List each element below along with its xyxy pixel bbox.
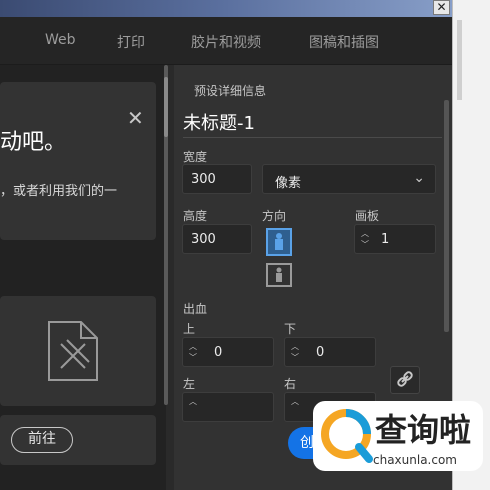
title-underline bbox=[183, 137, 442, 138]
bleed-bottom-input[interactable]: ︿ ﹀ 0 bbox=[284, 337, 376, 367]
welcome-text: ，或者利用我们的一 bbox=[0, 184, 118, 199]
bleed-top-input[interactable]: ︿ ﹀ 0 bbox=[182, 337, 274, 367]
link-bleed-button[interactable] bbox=[390, 366, 420, 394]
template-file-icon bbox=[48, 321, 98, 381]
width-input[interactable]: 300 bbox=[182, 164, 252, 194]
bleed-bottom-label: 下 bbox=[284, 322, 297, 336]
height-input[interactable]: 300 bbox=[182, 224, 252, 254]
stepper-icon[interactable]: ︿ ﹀ bbox=[360, 228, 370, 250]
bleed-left-label: 左 bbox=[183, 377, 196, 391]
watermark-text: 查询啦 bbox=[375, 411, 472, 449]
tab-web[interactable]: Web bbox=[45, 32, 76, 48]
height-value: 300 bbox=[191, 232, 216, 247]
stepper-icon[interactable]: ︿ bbox=[290, 396, 300, 407]
bleed-left-input[interactable]: ︿ bbox=[182, 392, 274, 422]
landscape-orientation-icon[interactable] bbox=[266, 263, 292, 287]
document-title[interactable]: 未标题-1 bbox=[183, 109, 255, 135]
bleed-label: 出血 bbox=[183, 302, 208, 316]
stepper-icon[interactable]: ︿ bbox=[188, 396, 198, 407]
bleed-top-value: 0 bbox=[214, 345, 223, 360]
unit-select[interactable]: 像素 ⌄ bbox=[262, 164, 436, 194]
height-label: 高度 bbox=[183, 209, 208, 223]
panel-scrollbar[interactable] bbox=[444, 100, 449, 332]
tab-print[interactable]: 打印 bbox=[117, 32, 145, 52]
bleed-bottom-value: 0 bbox=[316, 345, 325, 360]
go-button[interactable]: 前往 bbox=[11, 427, 73, 453]
tab-film-video[interactable]: 胶片和视频 bbox=[191, 32, 261, 52]
background-scrollbar bbox=[457, 20, 462, 100]
welcome-heading: 动吧。 bbox=[0, 130, 67, 155]
close-icon[interactable]: ✕ bbox=[127, 108, 144, 128]
content-scrollbar-thumb[interactable] bbox=[164, 77, 168, 137]
orientation-label: 方向 bbox=[262, 209, 287, 223]
stepper-icon[interactable]: ︿ ﹀ bbox=[188, 341, 198, 363]
unit-value: 像素 bbox=[275, 176, 302, 191]
link-icon bbox=[397, 371, 413, 387]
panel-header: 预设详细信息 bbox=[194, 84, 267, 98]
magnifier-logo-icon bbox=[321, 409, 373, 463]
width-value: 300 bbox=[191, 172, 216, 187]
screen: ✕ Web 打印 胶片和视频 图稿和插图 动吧。 ，或者利用我们的一 ✕ 前往 bbox=[0, 0, 490, 490]
welcome-card: 动吧。 ，或者利用我们的一 ✕ bbox=[0, 82, 156, 240]
portrait-orientation-icon[interactable] bbox=[266, 228, 292, 256]
watermark-domain: chaxunla.com bbox=[373, 453, 457, 467]
window-close-button[interactable]: ✕ bbox=[433, 0, 450, 15]
tab-art-illustration[interactable]: 图稿和插图 bbox=[309, 32, 379, 52]
preset-tabbar: Web 打印 胶片和视频 图稿和插图 bbox=[0, 17, 452, 65]
chevron-down-icon: ⌄ bbox=[413, 170, 425, 186]
width-label: 宽度 bbox=[183, 150, 208, 164]
stepper-icon[interactable]: ︿ ﹀ bbox=[290, 341, 300, 363]
window-titlebar bbox=[0, 0, 490, 17]
artboard-input[interactable]: ︿ ﹀ 1 bbox=[354, 224, 436, 254]
artboard-label: 画板 bbox=[355, 209, 380, 223]
bleed-right-label: 右 bbox=[284, 377, 297, 391]
bleed-top-label: 上 bbox=[183, 322, 196, 336]
artboard-value: 1 bbox=[381, 232, 390, 247]
content-area: 动吧。 ，或者利用我们的一 ✕ 前往 bbox=[0, 65, 166, 490]
watermark: 查询啦 chaxunla.com bbox=[313, 401, 483, 471]
